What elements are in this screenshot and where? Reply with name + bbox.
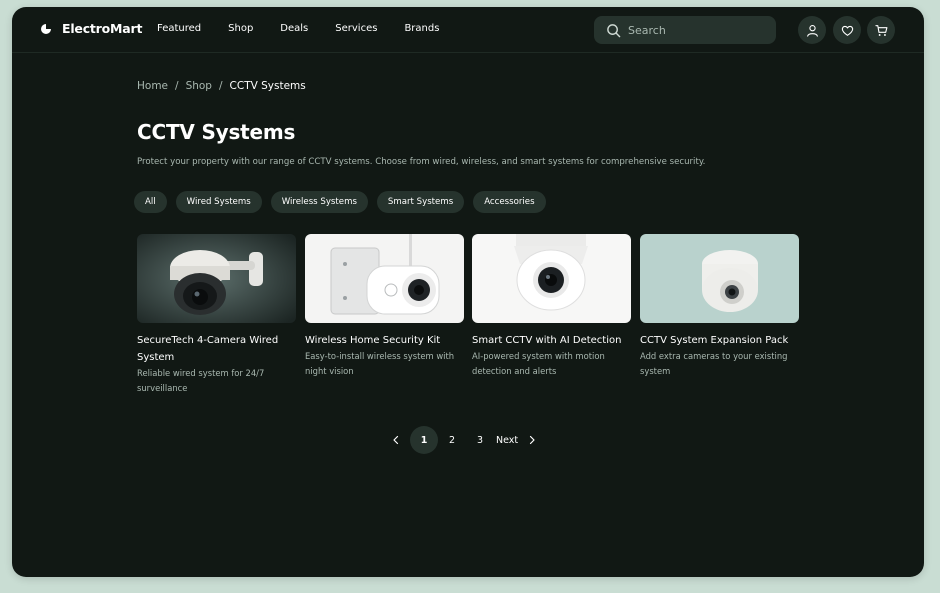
nav-featured[interactable]: Featured — [157, 23, 201, 34]
chevron-right-icon — [530, 435, 535, 445]
nav-services[interactable]: Services — [335, 23, 377, 34]
nav-deals[interactable]: Deals — [280, 23, 308, 34]
next-page-arrow[interactable] — [524, 435, 540, 445]
account-button[interactable] — [798, 16, 826, 44]
filter-wired-systems[interactable]: Wired Systems — [175, 191, 262, 213]
nav-brands[interactable]: Brands — [404, 23, 439, 34]
nav-shop[interactable]: Shop — [228, 23, 253, 34]
brand-name: ElectroMart — [62, 21, 143, 36]
cart-button[interactable] — [867, 16, 895, 44]
product-card[interactable]: CCTV System Expansion Pack Add extra cam… — [640, 234, 799, 379]
product-description: Add extra cameras to your existing syste… — [640, 351, 788, 376]
search-bar[interactable] — [594, 16, 776, 44]
page-subtitle: Protect your property with our range of … — [137, 157, 706, 167]
filter-wireless-systems[interactable]: Wireless Systems — [270, 191, 368, 213]
search-input[interactable] — [628, 23, 768, 37]
product-image — [137, 234, 296, 323]
search-icon — [607, 23, 621, 37]
product-title[interactable]: Smart CCTV with AI Detection — [472, 332, 631, 349]
heart-icon — [841, 25, 853, 36]
product-title[interactable]: CCTV System Expansion Pack — [640, 332, 799, 349]
page-3-button[interactable]: 3 — [466, 426, 494, 454]
breadcrumb-home[interactable]: Home — [137, 80, 168, 92]
pagination: 1 2 3 Next — [388, 426, 540, 454]
page-1-button[interactable]: 1 — [410, 426, 438, 454]
wishlist-button[interactable] — [833, 16, 861, 44]
filter-all[interactable]: All — [134, 191, 167, 213]
product-card[interactable]: SecureTech 4-Camera Wired System Reliabl… — [137, 234, 296, 396]
product-description: Easy-to-install wireless system with nig… — [305, 351, 455, 376]
brand-logo[interactable]: ElectroMart — [40, 21, 142, 36]
product-image — [305, 234, 464, 323]
chevron-left-icon — [393, 435, 399, 445]
filter-chips: All Wired Systems Wireless Systems Smart… — [134, 191, 555, 213]
page-title: CCTV Systems — [137, 120, 296, 144]
product-image — [472, 234, 631, 323]
breadcrumb-separator: / — [218, 80, 223, 92]
product-card[interactable]: Wireless Home Security Kit Easy-to-insta… — [305, 234, 464, 379]
product-title[interactable]: Wireless Home Security Kit — [305, 332, 464, 349]
breadcrumb-separator: / — [175, 80, 179, 92]
prev-page-button[interactable] — [388, 435, 404, 445]
product-image — [640, 234, 799, 323]
main-nav: Featured Shop Deals Services Brands — [157, 23, 466, 34]
top-navigation-bar: ElectroMart Featured Shop Deals Services… — [12, 7, 924, 53]
logo-icon — [41, 23, 51, 34]
app-window: ElectroMart Featured Shop Deals Services… — [12, 7, 924, 577]
breadcrumb: Home / Shop / CCTV Systems — [137, 80, 306, 92]
breadcrumb-shop[interactable]: Shop — [186, 80, 212, 92]
product-description: Reliable wired system for 24/7 surveilla… — [137, 368, 265, 393]
product-title[interactable]: SecureTech 4-Camera Wired System — [137, 332, 296, 366]
user-icon — [806, 24, 818, 37]
page-2-button[interactable]: 2 — [438, 426, 466, 454]
product-description: AI-powered system with motion detection … — [472, 351, 605, 376]
breadcrumb-current: CCTV Systems — [229, 80, 306, 92]
next-page-button[interactable]: Next — [496, 435, 518, 446]
filter-accessories[interactable]: Accessories — [473, 191, 546, 213]
product-card[interactable]: Smart CCTV with AI Detection AI-powered … — [472, 234, 631, 379]
cart-icon — [874, 24, 887, 36]
filter-smart-systems[interactable]: Smart Systems — [376, 191, 465, 213]
